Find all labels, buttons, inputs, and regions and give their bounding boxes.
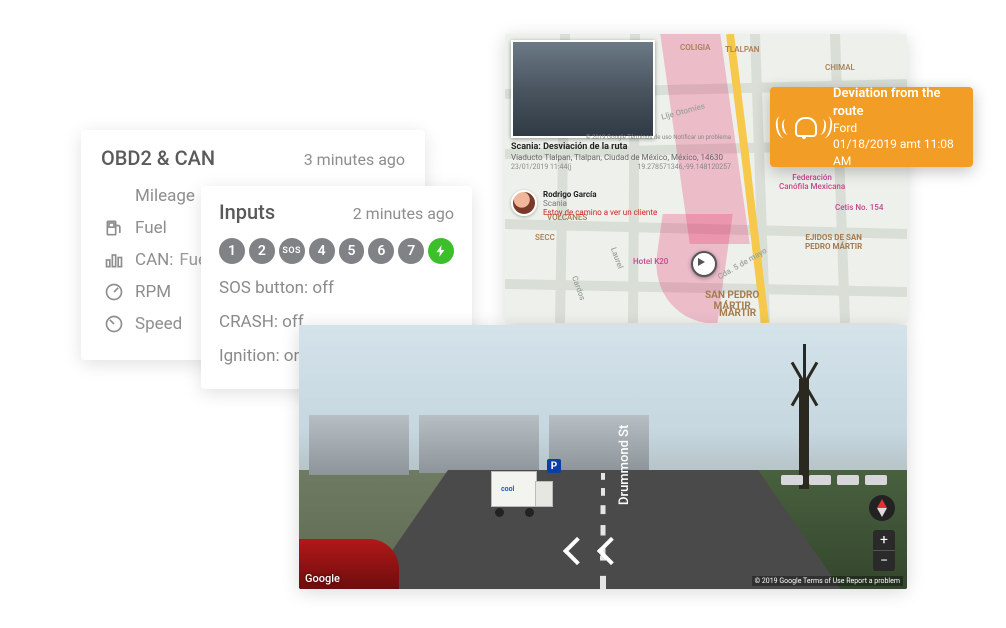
road-name-label: Drummond St bbox=[617, 425, 632, 505]
map-event-info: Scania: Desviación de la ruta Viaducto T… bbox=[511, 142, 731, 171]
speed-label: Speed bbox=[135, 314, 182, 334]
poi-ejidos: EJIDOS DE SANPEDRO MÁRTIR bbox=[805, 234, 862, 252]
obd2-title: OBD2 & CAN bbox=[101, 146, 215, 170]
bars-icon bbox=[101, 247, 127, 273]
parked-cars-icon bbox=[781, 475, 887, 485]
zoom-control: + − bbox=[873, 530, 895, 571]
truck-logo: cool bbox=[501, 485, 514, 493]
input-chip-5[interactable]: 5 bbox=[339, 238, 365, 264]
building-icon bbox=[549, 415, 649, 471]
mileage-label: Mileage bbox=[135, 186, 195, 206]
zoom-in-button[interactable]: + bbox=[873, 530, 895, 550]
tree-icon bbox=[759, 339, 849, 489]
alert-timestamp: 01/18/2019 amt 11:08 AM bbox=[833, 136, 959, 168]
input-chip-1[interactable]: 1 bbox=[219, 238, 245, 264]
poi-secc: SECC bbox=[535, 234, 555, 243]
fuel-label: Fuel bbox=[135, 218, 167, 238]
route-deviation-alert[interactable]: Deviation from the route Ford 01/18/2019… bbox=[770, 87, 973, 167]
poi-martir: MÁRTIR bbox=[719, 308, 756, 319]
input-chip-power[interactable] bbox=[428, 238, 454, 264]
map-panel[interactable]: SAN PEDROMÁRTIR EJIDOS DE SANPEDRO MÁRTI… bbox=[505, 34, 907, 323]
input-chip-2[interactable]: 2 bbox=[249, 238, 275, 264]
inputs-timestamp: 2 minutes ago bbox=[353, 204, 454, 223]
zoom-out-button[interactable]: − bbox=[873, 551, 895, 571]
direction-arrow-icon bbox=[571, 102, 595, 126]
obd2-timestamp: 3 minutes ago bbox=[304, 150, 405, 169]
sos-status: SOS button: off bbox=[219, 278, 454, 298]
can-label: CAN: bbox=[135, 250, 173, 270]
speed-gauge-icon bbox=[101, 311, 127, 337]
poi-tlalpan: TLALPAN bbox=[725, 46, 759, 55]
input-chip-4[interactable]: 4 bbox=[309, 238, 335, 264]
parking-sign-icon: P bbox=[547, 459, 561, 473]
map-streetview-inset[interactable]: Google bbox=[511, 40, 655, 138]
poi-chimal: CHIMAL bbox=[825, 64, 855, 73]
streetview-attribution: © 2019 Google Terms of Use Report a prob… bbox=[752, 576, 903, 586]
street-view-panel[interactable]: cool P Drummond St Google © 2019 Google … bbox=[299, 325, 907, 589]
driver-info[interactable]: Rodrigo García Scania Estoy de camino a … bbox=[511, 190, 657, 217]
poi-coligia: COLIGIA bbox=[680, 44, 710, 53]
alert-vehicle: Ford bbox=[833, 120, 959, 136]
driver-name: Rodrigo García bbox=[543, 190, 657, 199]
driver-vehicle: Scania bbox=[543, 199, 657, 208]
building-icon bbox=[309, 415, 409, 475]
building-icon bbox=[419, 415, 539, 473]
vehicle-marker-icon[interactable] bbox=[691, 251, 717, 277]
input-chip-sos[interactable]: SOS bbox=[279, 238, 305, 264]
direction-chevrons-icon bbox=[567, 541, 621, 561]
alert-title: Deviation from the route bbox=[833, 85, 959, 120]
inset-google-brand: Google bbox=[515, 123, 546, 134]
gauge-icon bbox=[101, 279, 127, 305]
input-chip-6[interactable]: 6 bbox=[368, 238, 394, 264]
google-brand: Google bbox=[305, 572, 340, 585]
event-date: 23/01/2019 11:44(j bbox=[511, 163, 572, 171]
event-address: Viaducto Tlalpan, Tlalpan, Ciudad de Méx… bbox=[511, 153, 731, 162]
alert-bell-icon bbox=[784, 113, 823, 141]
inset-attribution: © 2019 Google Términos de uso Notificar … bbox=[511, 134, 731, 141]
inputs-title: Inputs bbox=[219, 200, 275, 224]
event-title: Scania: Desviación de la ruta bbox=[511, 142, 731, 152]
poi-federacion: FederaciónCanófila Mexicana bbox=[779, 174, 845, 192]
poi-hotel: Hotel K20 bbox=[633, 258, 668, 267]
fuel-pump-icon bbox=[101, 215, 127, 241]
compass-icon[interactable] bbox=[869, 495, 895, 521]
event-coords: 19.278571346,-99.148120257 bbox=[637, 163, 731, 171]
truck-icon: cool bbox=[491, 471, 551, 515]
driver-avatar-icon bbox=[511, 190, 537, 216]
rpm-label: RPM bbox=[135, 282, 171, 302]
bolt-icon bbox=[434, 244, 448, 258]
poi-cetis: Cetis No. 154 bbox=[835, 204, 883, 213]
input-chip-7[interactable]: 7 bbox=[398, 238, 424, 264]
input-channel-chips: 1 2 SOS 4 5 6 7 bbox=[219, 238, 454, 264]
driver-note: Estoy de camino a ver un cliente bbox=[543, 208, 657, 217]
